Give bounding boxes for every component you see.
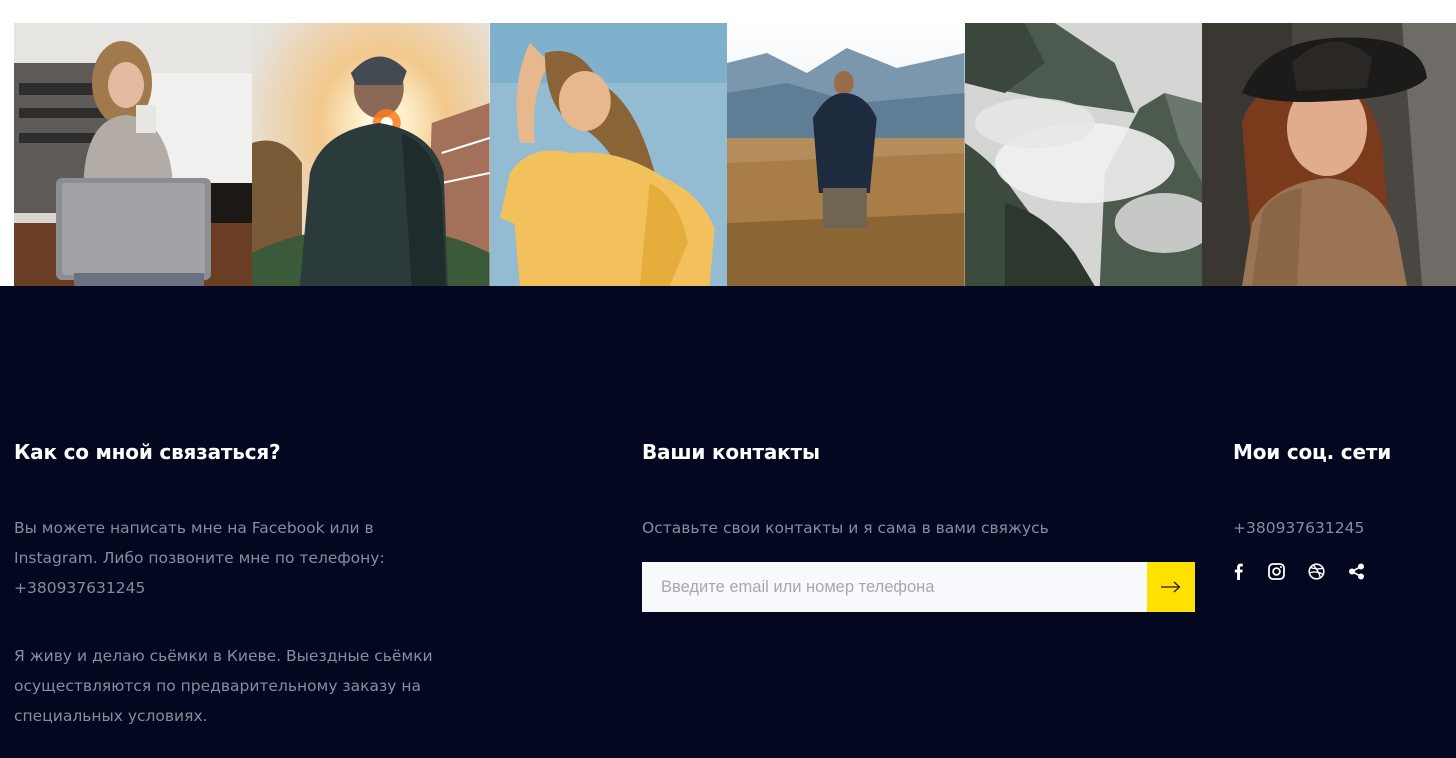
- contact-me-heading: Как со мной связаться?: [14, 440, 281, 464]
- share-link[interactable]: [1346, 561, 1366, 581]
- instagram-icon: [1267, 562, 1285, 580]
- gallery-photo-man-in-field[interactable]: [727, 23, 965, 286]
- share-icon: [1348, 563, 1364, 579]
- misty-mountains-photo: [964, 23, 1203, 286]
- instagram-link[interactable]: [1266, 561, 1286, 581]
- submit-button[interactable]: [1147, 562, 1195, 612]
- contact-form: [642, 562, 1195, 612]
- contact-input[interactable]: [642, 562, 1147, 612]
- man-in-field-photo: [727, 23, 965, 286]
- dribbble-icon: [1307, 562, 1325, 580]
- social-phone[interactable]: +380937631245: [1233, 513, 1364, 543]
- contact-me-paragraph-2: Я живу и делаю сьёмки в Киеве. Выездные …: [14, 647, 433, 725]
- gallery-photo-woman-in-hat[interactable]: [1202, 23, 1456, 286]
- woman-in-hat-photo: [1202, 23, 1456, 286]
- contact-me-paragraph-1: Вы можете написать мне на Facebook или в…: [14, 519, 385, 597]
- man-in-cap-sunset-photo: [252, 23, 490, 286]
- footer: Как со мной связаться? Вы можете написат…: [0, 286, 1456, 758]
- photo-gallery: [14, 23, 1456, 286]
- your-contacts-description: Оставьте свои контакты и я сама в вами с…: [642, 519, 1049, 537]
- woman-yellow-shirt-photo: [489, 23, 728, 286]
- your-contacts-heading: Ваши контакты: [642, 440, 820, 464]
- social-links: [1233, 561, 1386, 581]
- facebook-icon: [1234, 563, 1243, 580]
- woman-with-laptop-photo: [14, 23, 252, 286]
- gallery-photo-misty-mountains[interactable]: [964, 23, 1203, 286]
- dribbble-link[interactable]: [1306, 561, 1326, 581]
- gallery-photo-woman-with-laptop[interactable]: [14, 23, 252, 286]
- gallery-photo-man-in-cap-sunset[interactable]: [252, 23, 490, 286]
- gallery-photo-woman-yellow-shirt[interactable]: [489, 23, 728, 286]
- page: Как со мной связаться? Вы можете написат…: [0, 0, 1456, 758]
- social-heading: Мои соц. сети: [1233, 440, 1392, 464]
- facebook-link[interactable]: [1233, 561, 1243, 581]
- arrow-right-icon: [1161, 581, 1181, 593]
